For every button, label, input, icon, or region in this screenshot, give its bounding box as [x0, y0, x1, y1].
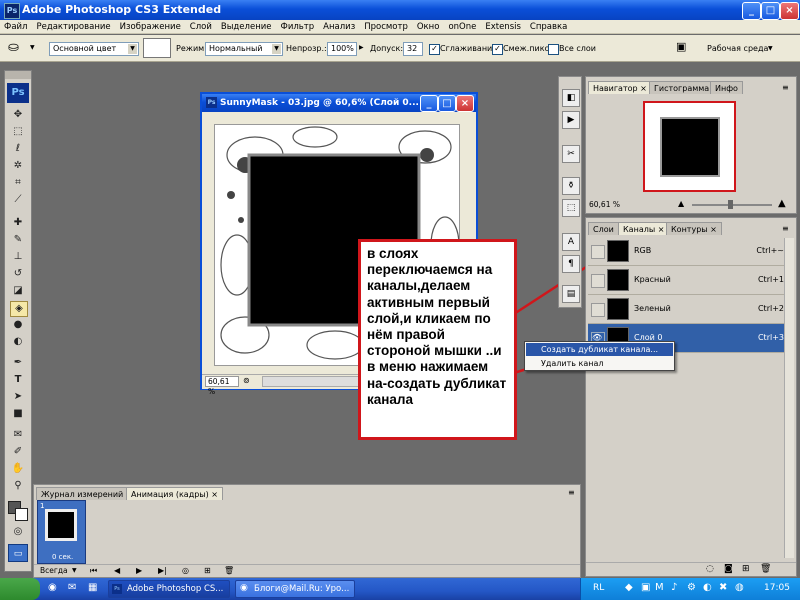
- paragraph-dock-icon[interactable]: ¶: [562, 255, 580, 273]
- system-tray: RL ◆ ▣ M ♪ ⚙ ◐ ✖ ◍ 17:05: [580, 578, 800, 600]
- channels-footer: ◌ ◙ ⊞ 🗑: [586, 562, 796, 576]
- new-frame-icon[interactable]: ⊞: [204, 566, 211, 575]
- panel-menu-icon[interactable]: ≡: [782, 83, 789, 92]
- show-desktop-icon[interactable]: ▦: [88, 582, 97, 593]
- channel-shortcut: Ctrl+3: [757, 333, 784, 342]
- tool-presets-dock-icon[interactable]: ✂: [562, 145, 580, 163]
- mail-tray-icon[interactable]: M: [655, 582, 664, 593]
- menu-item-duplicate-channel[interactable]: Создать дубликат канала...: [526, 343, 673, 356]
- next-frame-icon[interactable]: ▶|: [158, 566, 167, 575]
- channel-thumbnail: [607, 298, 629, 320]
- mail-quicklaunch-icon[interactable]: ✉: [68, 582, 76, 593]
- save-selection-icon[interactable]: ◙: [724, 564, 733, 574]
- animation-footer: Всегда ▼ ⏮ ◀ ▶ ▶| ◎ ⊞ 🗑: [34, 564, 580, 577]
- tab-histogram-label: Гистограмма: [654, 84, 710, 93]
- channel-shortcut: Ctrl+1: [757, 275, 784, 284]
- actions-dock-icon[interactable]: ▶: [562, 111, 580, 129]
- loop-select[interactable]: Всегда: [40, 566, 68, 575]
- channel-row-green[interactable]: Зеленый Ctrl+2: [588, 295, 794, 324]
- tray-icon[interactable]: ◆: [625, 582, 633, 593]
- tab-navigator-label: Навигатор: [593, 84, 638, 93]
- navigator-zoom[interactable]: 60,61 %: [589, 200, 620, 209]
- language-indicator[interactable]: RL: [593, 583, 604, 593]
- channels-scrollbar[interactable]: [784, 238, 794, 558]
- tab-navigator[interactable]: Навигатор ×: [588, 81, 652, 94]
- tab-animation-label: Анимация (кадры): [131, 490, 209, 499]
- channel-row-rgb[interactable]: RGB Ctrl+~: [588, 237, 794, 266]
- play-icon[interactable]: ▶: [136, 566, 142, 575]
- clone-source-dock-icon[interactable]: ⬚: [562, 199, 580, 217]
- volume-icon[interactable]: ♪: [671, 582, 677, 593]
- trash-icon[interactable]: 🗑: [760, 564, 771, 574]
- browser-icon: ◉: [240, 583, 248, 593]
- tween-icon[interactable]: ◎: [182, 566, 189, 575]
- channel-thumbnail: [607, 269, 629, 291]
- navigator-thumbnail: [660, 117, 720, 177]
- frame-thumbnail: [45, 509, 77, 541]
- zoom-in-icon[interactable]: ▲: [778, 198, 786, 209]
- navigator-preview[interactable]: [643, 101, 736, 192]
- dock-collapsed-icons: ◧ ▶ ✂ ⚱ ⬚ A ¶ ▤: [558, 76, 582, 308]
- menu-item-delete-channel[interactable]: Удалить канал: [526, 357, 673, 370]
- tab-animation-frames[interactable]: Анимация (кадры) ×: [126, 487, 223, 500]
- frame-number: 1: [40, 502, 45, 510]
- browser-quicklaunch-icon[interactable]: ◉: [48, 582, 57, 593]
- tab-channels[interactable]: Каналы ×: [618, 222, 670, 235]
- chevron-down-icon[interactable]: ▼: [72, 567, 77, 574]
- prev-frame-icon[interactable]: ◀: [114, 566, 120, 575]
- network-icon[interactable]: ◍: [735, 582, 744, 593]
- channel-shortcut: Ctrl+~: [756, 246, 784, 255]
- channel-thumbnail: [607, 240, 629, 262]
- clock: 17:05: [764, 583, 790, 593]
- layer-comps-dock-icon[interactable]: ▤: [562, 285, 580, 303]
- delete-frame-icon[interactable]: 🗑: [224, 566, 234, 575]
- channel-name: RGB: [634, 246, 652, 255]
- tab-info[interactable]: Инфо: [710, 81, 743, 94]
- panel-menu-icon[interactable]: ≡: [782, 224, 789, 233]
- channel-row-red[interactable]: Красный Ctrl+1: [588, 266, 794, 295]
- tray-icon[interactable]: ⚙: [687, 582, 696, 593]
- zoom-out-icon[interactable]: ▲: [678, 199, 684, 208]
- close-icon[interactable]: ×: [211, 490, 218, 499]
- eye-icon[interactable]: [591, 274, 605, 288]
- close-icon[interactable]: ×: [658, 225, 665, 234]
- taskbar-item-label: Adobe Photoshop CS...: [127, 584, 224, 594]
- navigator-panel: Навигатор × Гистограмма × Инфо ≡ 60,61 %…: [585, 76, 797, 214]
- tab-layers[interactable]: Слои: [588, 222, 619, 235]
- tab-paths-label: Контуры: [671, 225, 708, 234]
- tab-paths[interactable]: Контуры ×: [666, 222, 722, 235]
- tab-channels-label: Каналы: [623, 225, 656, 234]
- channel-shortcut: Ctrl+2: [757, 304, 784, 313]
- frame-delay[interactable]: 0 сек.: [52, 553, 73, 561]
- photoshop-icon: Ps: [112, 584, 122, 594]
- taskbar-item-label: Блоги@Mail.Ru: Уро...: [254, 584, 350, 594]
- tray-icon[interactable]: ▣: [641, 582, 650, 593]
- first-frame-icon[interactable]: ⏮: [90, 566, 97, 576]
- animation-frame[interactable]: 1 0 сек.: [37, 500, 86, 564]
- channel-name: Красный: [634, 275, 671, 284]
- channels-panel: Слои Каналы × Контуры × ≡ RGB Ctrl+~ Кра…: [585, 217, 797, 577]
- taskbar: ◉ ✉ ▦ Adobe Photoshop CS... Ps Блоги@Mai…: [0, 578, 800, 600]
- navigator-dock-icon[interactable]: ◧: [562, 89, 580, 107]
- load-selection-icon[interactable]: ◌: [706, 564, 714, 574]
- channel-name: Зеленый: [634, 304, 671, 313]
- start-button[interactable]: [0, 578, 40, 600]
- tab-measurement-log[interactable]: Журнал измерений: [36, 487, 129, 500]
- taskbar-item-browser[interactable]: Блоги@Mail.Ru: Уро...: [235, 580, 355, 598]
- close-icon[interactable]: ×: [710, 225, 717, 234]
- eye-icon[interactable]: [591, 303, 605, 317]
- navigator-footer: 60,61 % ▲ ▲: [588, 198, 792, 211]
- context-menu: Создать дубликат канала... Удалить канал: [524, 341, 675, 371]
- taskbar-item-photoshop[interactable]: Adobe Photoshop CS...: [108, 580, 230, 598]
- eye-icon[interactable]: [591, 245, 605, 259]
- tray-icon[interactable]: ◐: [703, 582, 712, 593]
- brushes-dock-icon[interactable]: ⚱: [562, 177, 580, 195]
- animation-panel: Журнал измерений Анимация (кадры) × ≡ 1 …: [33, 484, 581, 578]
- close-icon[interactable]: ×: [640, 84, 647, 93]
- zoom-slider-thumb[interactable]: [728, 200, 733, 209]
- character-dock-icon[interactable]: A: [562, 233, 580, 251]
- antivirus-icon[interactable]: ✖: [719, 582, 727, 593]
- new-channel-icon[interactable]: ⊞: [742, 564, 750, 574]
- panel-menu-icon[interactable]: ≡: [568, 488, 575, 497]
